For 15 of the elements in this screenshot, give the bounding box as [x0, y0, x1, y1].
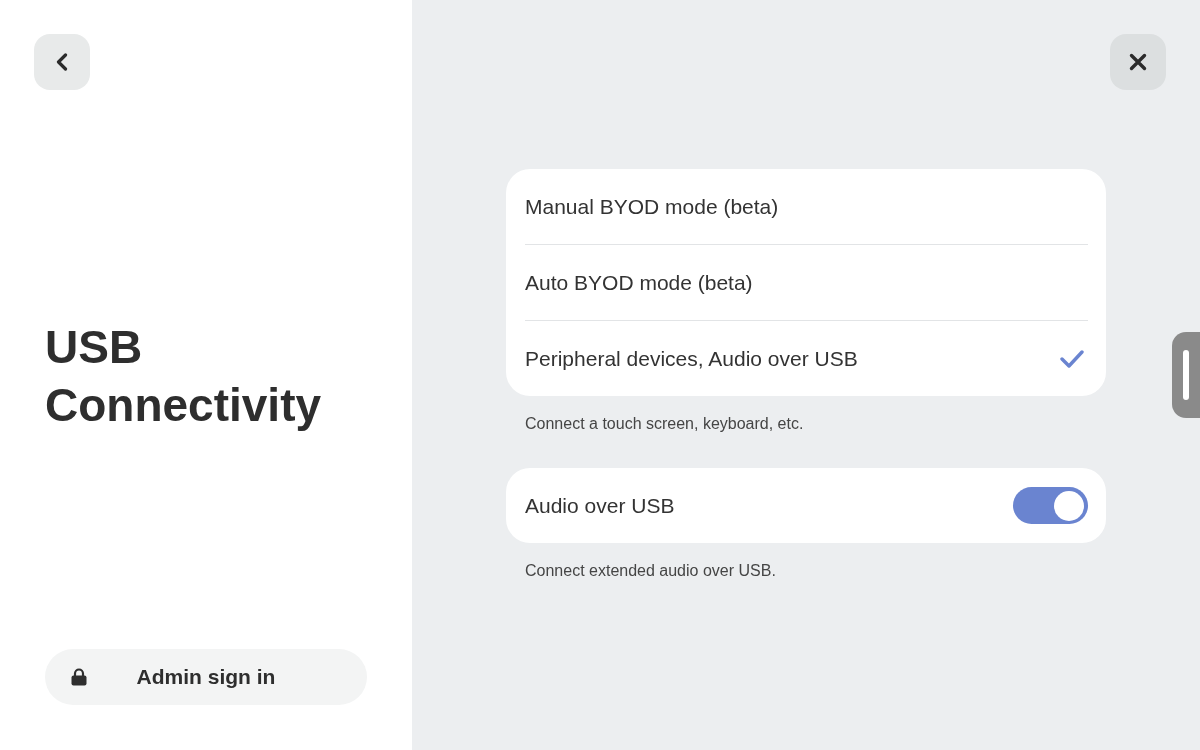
option-row[interactable]: Manual BYOD mode (beta) [525, 169, 1088, 244]
page-title: USB Connectivity [45, 320, 323, 433]
option-row[interactable]: Peripheral devices, Audio over USB [525, 320, 1088, 396]
lock-icon [71, 668, 87, 686]
back-button[interactable] [34, 34, 90, 90]
admin-sign-in-button[interactable]: Admin sign in [45, 649, 367, 705]
back-chevron-icon [55, 53, 69, 71]
toggle-label: Audio over USB [525, 493, 675, 518]
side-panel-handle[interactable] [1172, 332, 1200, 418]
option-row[interactable]: Auto BYOD mode (beta) [525, 244, 1088, 320]
close-button[interactable] [1110, 34, 1166, 90]
close-icon [1129, 53, 1147, 71]
options-hint: Connect a touch screen, keyboard, etc. [525, 414, 805, 434]
toggle-hint: Connect extended audio over USB. [525, 561, 777, 581]
toggle-switch[interactable] [1013, 487, 1088, 524]
